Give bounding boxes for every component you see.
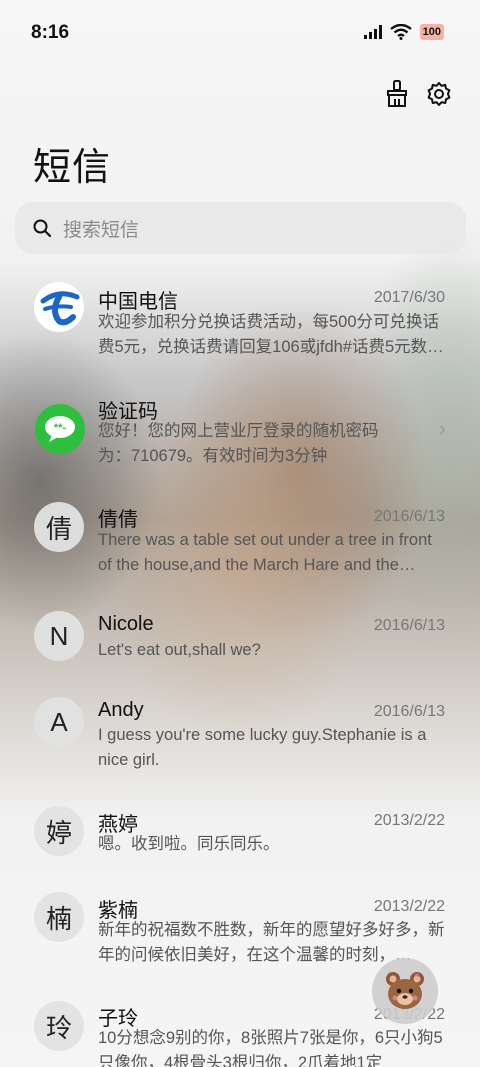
search-icon xyxy=(33,219,51,237)
avatar: N xyxy=(34,611,84,661)
conversation-item[interactable]: A Andy 2016/6/13 I guess you're some luc… xyxy=(0,697,480,777)
contact-name: Andy xyxy=(98,699,144,721)
signal-icon xyxy=(363,25,382,39)
wifi-icon xyxy=(389,24,412,40)
avatar: A xyxy=(34,697,84,747)
message-preview: I guess you're some lucky guy.Stephanie … xyxy=(98,726,427,769)
search-input[interactable]: 搜索短信 xyxy=(15,202,466,254)
gear-icon[interactable] xyxy=(423,78,455,110)
message-preview: 您好！您的网上营业厅登录的随机密码为：710679。有效时间为3分钟 xyxy=(98,422,379,465)
conversation-item[interactable]: 中国电信 2017/6/30 欢迎参加积分兑换话费活动，每500分可兑换话费5元… xyxy=(0,282,480,372)
message-preview: There was a table set out under a tree i… xyxy=(98,531,432,574)
page-title: 短信 xyxy=(33,147,112,189)
message-date: 2016/6/13 xyxy=(373,508,445,525)
broom-icon[interactable] xyxy=(381,78,413,110)
message-date: 2013/2/22 xyxy=(373,812,445,829)
message-date: 2016/6/13 xyxy=(373,617,445,634)
message-preview: 10分想念9别的你，8张照片7张是你，6只小狗5只像你，4根骨头3根归你，2爪着… xyxy=(98,1029,443,1067)
message-preview: 欢迎参加积分兑换话费活动，每500分可兑换话费5元，兑换话费请回复106或jfd… xyxy=(98,313,444,356)
battery-icon: 100 xyxy=(419,24,444,40)
search-placeholder: 搜索短信 xyxy=(63,219,140,241)
message-preview: 嗯。收到啦。同乐同乐。 xyxy=(98,835,280,853)
message-date: 2016/6/13 xyxy=(373,703,445,720)
conversation-item[interactable]: N Nicole 2016/6/13 Let's eat out,shall w… xyxy=(0,611,480,671)
bear-mascot-button[interactable] xyxy=(372,958,438,1024)
avatar: 玲 xyxy=(34,1001,84,1051)
bear-mascot-icon xyxy=(386,972,424,1009)
message-bubble-icon: **- xyxy=(35,404,85,454)
conversation-item[interactable]: **- 验证码 您好！您的网上营业厅登录的随机密码为：710679。有效时间为3… xyxy=(0,392,480,472)
conversation-item[interactable]: 婷 燕婷 2013/2/22 嗯。收到啦。同乐同乐。 xyxy=(0,806,480,866)
chevron-right-icon: › xyxy=(438,416,446,441)
status-icons: 100 xyxy=(363,24,444,40)
message-date: 2017/6/30 xyxy=(373,289,445,306)
message-preview: Let's eat out,shall we? xyxy=(98,641,261,659)
status-time: 8:16 xyxy=(31,22,70,43)
avatar: 楠 xyxy=(34,892,84,942)
svg-text:**-: **- xyxy=(54,422,67,434)
china-telecom-logo xyxy=(34,282,84,332)
message-date: 2013/2/22 xyxy=(373,898,445,915)
avatar: 倩 xyxy=(34,502,84,552)
contact-name: Nicole xyxy=(98,613,154,635)
avatar: 婷 xyxy=(34,806,84,856)
conversation-item[interactable]: 倩 倩倩 2016/6/13 There was a table set out… xyxy=(0,502,480,582)
